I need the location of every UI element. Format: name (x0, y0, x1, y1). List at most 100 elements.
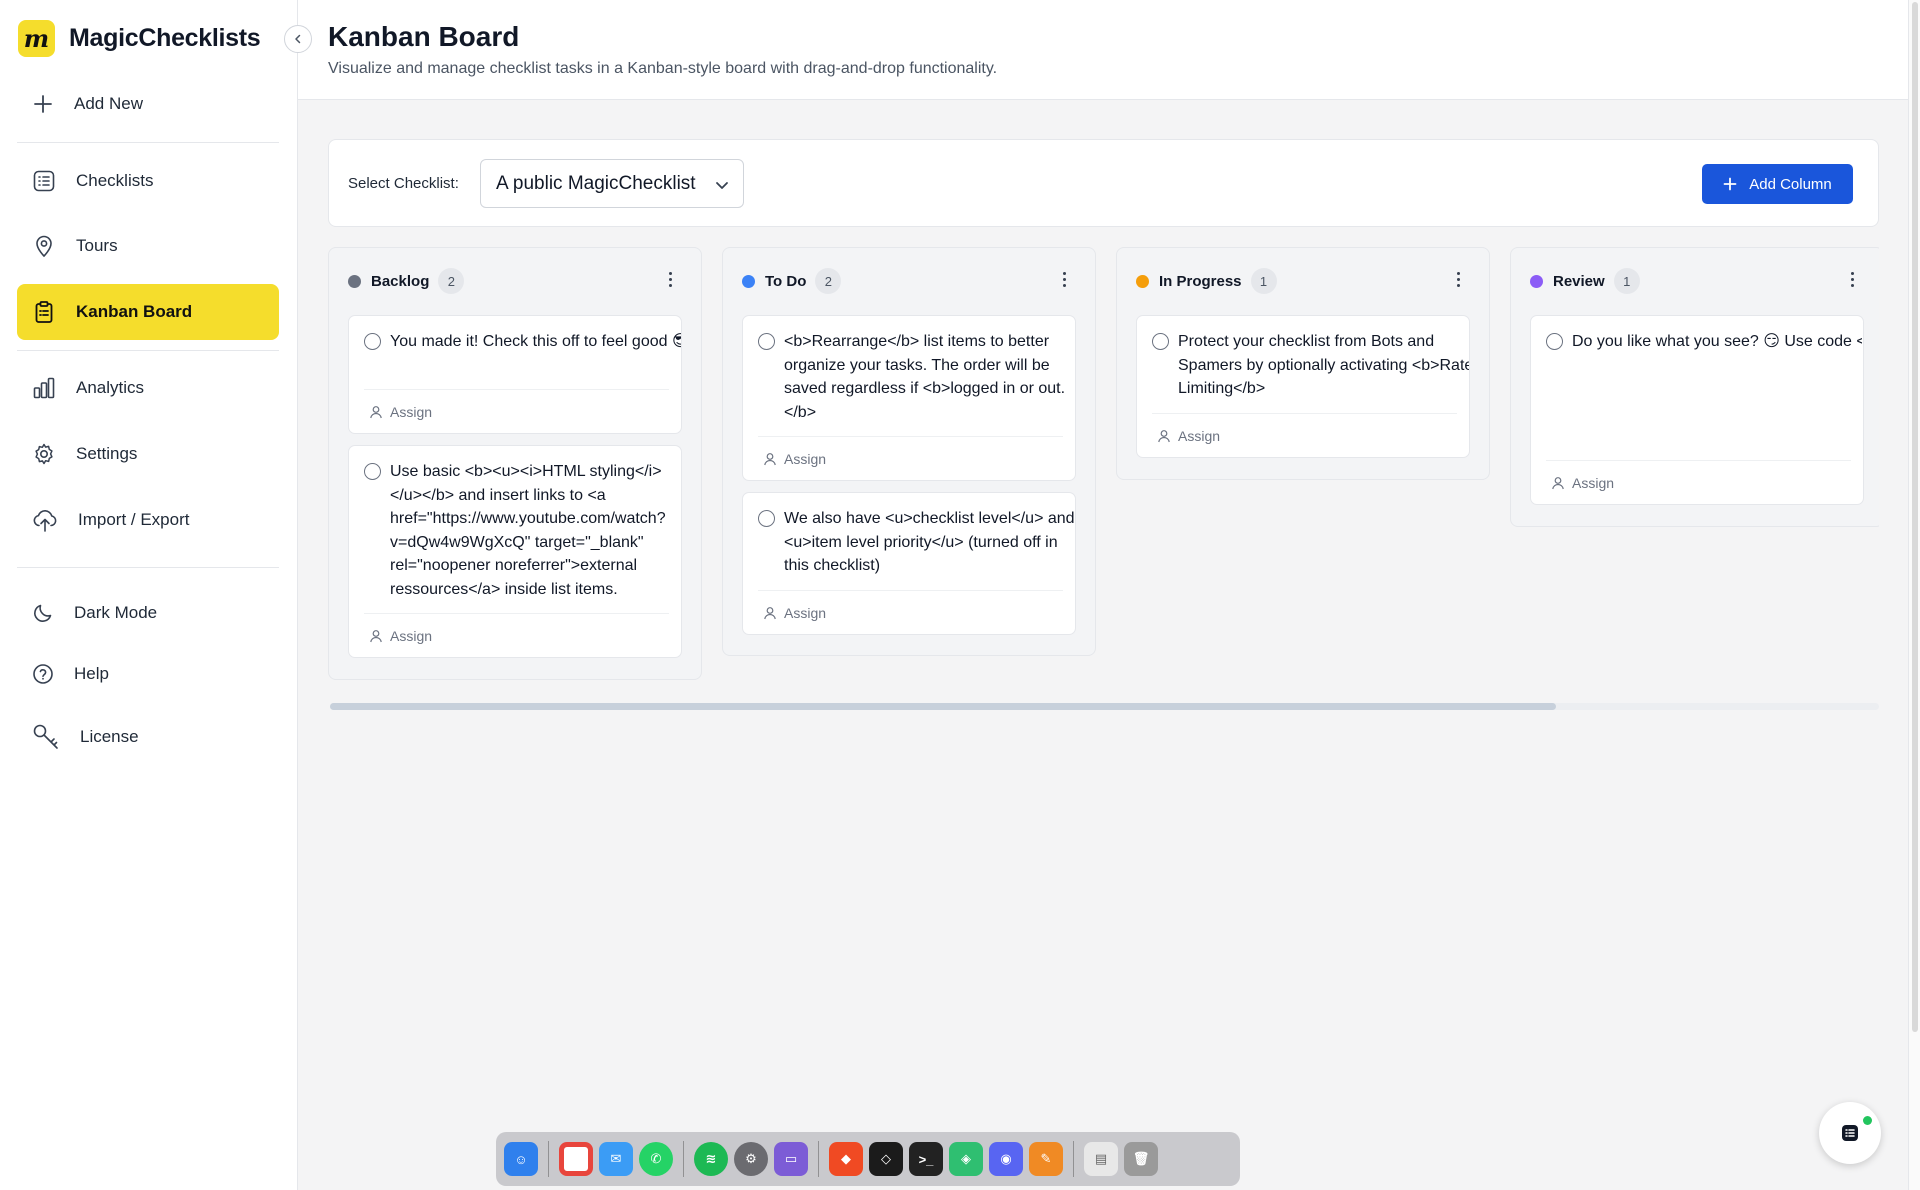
task-card[interactable]: Do you like what you see? 😏 Use code <a … (1530, 315, 1864, 505)
column-count-badge: 2 (815, 268, 842, 294)
add-new-label: Add New (74, 94, 143, 113)
cloud-upload-icon (33, 510, 57, 532)
column-menu-icon[interactable] (1457, 272, 1461, 290)
column-backlog[interactable]: Backlog 2 You made it! Check this off to… (328, 247, 702, 680)
column-count-badge: 1 (1613, 268, 1640, 294)
sidebar-item-kanban-board[interactable]: Kanban Board (17, 284, 279, 340)
sidebar-item-label: Checklists (76, 171, 154, 190)
cursor-icon[interactable]: ◇ (869, 1142, 903, 1176)
column-menu-icon[interactable] (1063, 272, 1067, 290)
task-checkbox[interactable] (758, 510, 775, 527)
brave-icon[interactable]: ◆ (829, 1142, 863, 1176)
sidebar-item-label: Kanban Board (76, 302, 193, 321)
task-card[interactable]: You made it! Check this off to feel good… (348, 315, 682, 434)
task-card[interactable]: Use basic <b><u><i>HTML styling</i></u><… (348, 445, 682, 658)
task-card[interactable]: We also have <u>checklist level</u> and … (742, 492, 1076, 635)
moon-icon (34, 604, 52, 622)
macos-dock: ☺ ✉ ✆ ≋ ⚙ ▭ ◆ ◇ >_ ◈ ◉ ✎ ▤ 🗑 (496, 1132, 1240, 1186)
sidebar-item-label: Import / Export (78, 510, 190, 529)
terminal-icon[interactable]: >_ (909, 1142, 943, 1176)
documents-icon[interactable]: ▤ (1084, 1142, 1118, 1176)
mail-icon[interactable]: ✉ (599, 1142, 633, 1176)
task-checkbox[interactable] (364, 333, 381, 350)
column-color-dot (742, 274, 755, 288)
clipboard-icon (35, 301, 53, 323)
assign-button[interactable]: Assign (758, 590, 1063, 634)
assign-button[interactable]: Assign (364, 389, 669, 433)
page-scrollbar-thumb[interactable] (1912, 2, 1918, 1032)
plus-icon (34, 95, 52, 113)
trash-icon[interactable]: 🗑 (1124, 1142, 1158, 1176)
user-icon (1158, 429, 1170, 442)
column-review[interactable]: Review 1 Do you like what you see? 😏 Use… (1510, 247, 1879, 527)
sidebar-item-label: Analytics (76, 378, 145, 397)
dock-separator (1073, 1141, 1074, 1177)
sidebar-item-settings[interactable]: Settings (17, 426, 279, 482)
license-link[interactable]: License (17, 709, 279, 765)
assign-label: Assign (1178, 427, 1221, 444)
chevron-down-icon (716, 182, 728, 189)
vpn-icon[interactable]: ◈ (949, 1142, 983, 1176)
column-count-badge: 2 (438, 268, 465, 294)
column-menu-icon[interactable] (669, 272, 673, 290)
board-toolbar: Select Checklist: A public MagicChecklis… (328, 139, 1879, 227)
plus-icon (1723, 177, 1737, 191)
add-column-button[interactable]: Add Column (1702, 164, 1853, 204)
whatsapp-icon[interactable]: ✆ (639, 1142, 673, 1176)
task-card[interactable]: <b>Rearrange</b> list items to better or… (742, 315, 1076, 481)
assign-label: Assign (784, 604, 827, 621)
selected-checklist: A public MagicChecklist (496, 172, 696, 194)
column-header: In Progress 1 (1136, 268, 1277, 294)
task-checkbox[interactable] (1152, 333, 1169, 350)
page-scrollbar[interactable] (1908, 0, 1920, 1190)
sidebar-item-tours[interactable]: Tours (17, 218, 279, 274)
brand[interactable]: m MagicChecklists (18, 20, 261, 57)
task-checkbox[interactable] (758, 333, 775, 350)
sidebar-item-checklists[interactable]: Checklists (17, 153, 279, 209)
column-menu-icon[interactable] (1851, 272, 1855, 290)
list-icon (33, 170, 55, 192)
task-card[interactable]: Protect your checklist from Bots and Spa… (1136, 315, 1470, 458)
column-to-do[interactable]: To Do 2 <b>Rearrange</b> list items to b… (722, 247, 1096, 656)
task-text: Use basic <b><u><i>HTML styling</i></u><… (390, 463, 666, 598)
sublime-icon[interactable]: ✎ (1029, 1142, 1063, 1176)
task-text: <b>Rearrange</b> list items to better or… (784, 333, 1066, 421)
collapse-sidebar-button[interactable] (284, 25, 312, 53)
column-title: In Progress (1159, 272, 1242, 290)
system-settings-icon[interactable]: ⚙ (734, 1142, 768, 1176)
chrome-icon[interactable] (559, 1142, 593, 1176)
checklist-select[interactable]: A public MagicChecklist (480, 159, 744, 208)
user-icon (764, 606, 776, 619)
discord-icon[interactable]: ◉ (989, 1142, 1023, 1176)
page-header: Kanban Board Visualize and manage checkl… (298, 0, 1908, 100)
spotify-icon[interactable]: ≋ (694, 1142, 728, 1176)
column-header: To Do 2 (742, 268, 842, 294)
task-checkbox[interactable] (1546, 333, 1563, 350)
screen-app-icon[interactable]: ▭ (774, 1142, 808, 1176)
sidebar-item-import-export[interactable]: Import / Export (17, 492, 279, 548)
user-icon (370, 405, 382, 418)
assign-button[interactable]: Assign (1152, 413, 1457, 457)
column-title: Review (1553, 272, 1605, 290)
sidebar-item-analytics[interactable]: Analytics (17, 360, 279, 416)
checklist-launcher-button[interactable] (1819, 1102, 1881, 1164)
sidebar-item-label: Dark Mode (74, 603, 158, 622)
assign-button[interactable]: Assign (758, 436, 1063, 480)
dark-mode-toggle[interactable]: Dark Mode (17, 585, 279, 641)
logo-icon: m (18, 20, 55, 57)
page-title: Kanban Board (328, 21, 520, 52)
finder-icon[interactable]: ☺ (504, 1142, 538, 1176)
board-scrollbar-thumb[interactable] (330, 703, 1556, 710)
column-in-progress[interactable]: In Progress 1 Protect your checklist fro… (1116, 247, 1490, 480)
add-column-label: Add Column (1749, 175, 1832, 193)
add-new-button[interactable]: Add New (17, 76, 279, 132)
map-pin-icon (36, 235, 52, 258)
sidebar: m MagicChecklists Add New Checklists Tou… (0, 0, 298, 1190)
assign-button[interactable]: Assign (1546, 460, 1851, 504)
help-link[interactable]: Help (17, 646, 279, 702)
divider (17, 350, 279, 351)
task-checkbox[interactable] (364, 463, 381, 480)
dock-separator (818, 1141, 819, 1177)
gear-icon (35, 443, 53, 465)
assign-button[interactable]: Assign (364, 613, 669, 657)
